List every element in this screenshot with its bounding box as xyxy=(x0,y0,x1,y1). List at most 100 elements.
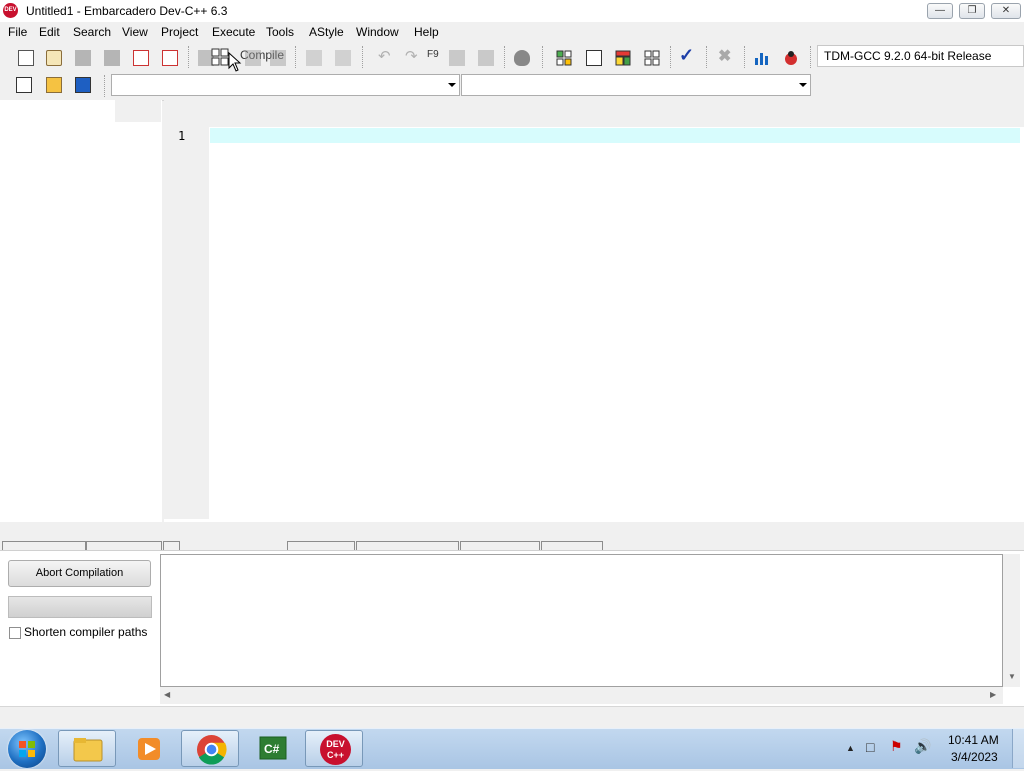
minimize-icon: — xyxy=(935,5,945,16)
checkmark-icon[interactable]: ✓ xyxy=(679,45,694,66)
new-file-icon[interactable] xyxy=(18,50,34,66)
action-center-flag-icon[interactable]: ⚑ xyxy=(890,738,903,755)
toolbar-separator xyxy=(188,46,189,68)
close-button[interactable]: ✕ xyxy=(991,3,1021,19)
taskbar-media-player[interactable] xyxy=(120,730,178,767)
bug-svg xyxy=(785,51,797,65)
show-hidden-icons-icon[interactable]: ▲ xyxy=(846,743,855,753)
menu-view[interactable]: View xyxy=(122,25,148,39)
scroll-right-icon[interactable]: ▶ xyxy=(990,690,996,699)
toolbar-separator xyxy=(295,46,296,68)
shorten-paths-checkbox[interactable] xyxy=(9,627,21,639)
compiler-profile-select[interactable]: TDM-GCC 9.2.0 64-bit Release xyxy=(817,45,1024,67)
abort-compilation-button[interactable]: Abort Compilation xyxy=(8,560,151,587)
compile-shortcut-label: F9 xyxy=(427,49,439,60)
restore-icon: ❐ xyxy=(967,5,977,16)
find-icon[interactable] xyxy=(245,50,261,66)
save-icon[interactable] xyxy=(75,50,91,66)
menu-search[interactable]: Search xyxy=(73,25,111,39)
compile-progress-bar xyxy=(8,596,152,618)
menu-help[interactable]: Help xyxy=(414,25,439,39)
menu-execute[interactable]: Execute xyxy=(212,25,255,39)
undo-icon[interactable]: ↶ xyxy=(378,47,391,65)
tile-icon[interactable] xyxy=(644,50,660,66)
left-panel-tab-strip xyxy=(115,100,161,122)
window-title: Untitled1 - Embarcadero Dev-C++ 6.3 xyxy=(26,4,228,18)
volume-icon[interactable]: 🔊 xyxy=(914,738,931,755)
network-icon[interactable]: □ xyxy=(866,739,874,755)
back-bookmark-icon[interactable] xyxy=(449,50,465,66)
toolbar-separator xyxy=(104,75,105,97)
colored-grid-icon[interactable] xyxy=(615,50,631,66)
devcpp-app-icon[interactable]: DEV C++ xyxy=(3,3,18,28)
delete-icon[interactable]: ✖ xyxy=(718,46,731,66)
devcpp-taskbar-icon: DEV C++ xyxy=(320,734,351,765)
close-file-icon[interactable] xyxy=(133,50,149,66)
shorten-paths-label: Shorten compiler paths xyxy=(24,625,148,639)
toolbar-separator xyxy=(744,46,745,68)
debug-icon[interactable] xyxy=(783,50,799,66)
line-number-gutter xyxy=(164,127,209,519)
toolbar-separator xyxy=(542,46,543,68)
vertical-scrollbar[interactable]: ▼ xyxy=(1003,554,1020,687)
clock-time[interactable]: 10:41 AM xyxy=(948,733,999,747)
close-icon: ✕ xyxy=(1001,5,1011,16)
tile-svg xyxy=(644,50,660,66)
current-line-highlight[interactable] xyxy=(210,128,1020,143)
media-player-icon xyxy=(138,738,160,760)
clock-date[interactable]: 3/4/2023 xyxy=(951,750,998,764)
compile-icon[interactable] xyxy=(211,48,229,66)
colored-grid-svg xyxy=(615,50,631,66)
taskbar-csharp[interactable]: C# xyxy=(243,730,301,767)
goto-icon[interactable] xyxy=(46,77,62,93)
title-bar: DEV C++ Untitled1 - Embarcadero Dev-C++ … xyxy=(0,0,1024,28)
menu-file[interactable]: File xyxy=(8,25,27,39)
menu-project[interactable]: Project xyxy=(161,25,198,39)
redo-icon[interactable]: ↷ xyxy=(405,47,418,65)
menu-edit[interactable]: Edit xyxy=(39,25,60,39)
minimize-button[interactable]: — xyxy=(927,3,953,19)
close-all-icon[interactable] xyxy=(162,50,178,66)
toolbar-separator xyxy=(670,46,671,68)
line-number: 1 xyxy=(178,129,186,143)
bar-chart-svg xyxy=(755,53,768,65)
taskbar-explorer[interactable] xyxy=(58,730,116,767)
taskbar-chrome[interactable] xyxy=(181,730,239,767)
taskbar-devcpp[interactable]: DEV C++ xyxy=(305,730,363,767)
mouse-cursor-icon xyxy=(228,52,242,72)
forward-bookmark-icon[interactable] xyxy=(478,50,494,66)
comment-icon[interactable] xyxy=(514,50,530,66)
unindent-icon[interactable] xyxy=(335,50,351,66)
menu-window[interactable]: Window xyxy=(356,25,399,39)
status-bar xyxy=(0,706,1024,729)
save-all-icon[interactable] xyxy=(104,50,120,66)
start-button[interactable] xyxy=(8,730,46,768)
toolbar-separator xyxy=(810,46,811,68)
project-browser-panel[interactable] xyxy=(0,100,162,522)
scroll-left-icon[interactable]: ◀ xyxy=(164,690,170,699)
bookmark-icon[interactable] xyxy=(75,77,91,93)
toolbar-separator xyxy=(706,46,707,68)
compile-log-textarea[interactable] xyxy=(160,554,1003,687)
chrome-icon xyxy=(196,734,227,765)
indent-icon[interactable] xyxy=(306,50,322,66)
csharp-icon: C# xyxy=(259,736,287,760)
open-file-icon[interactable] xyxy=(46,50,62,66)
scroll-down-icon[interactable]: ▼ xyxy=(1008,672,1016,681)
layout-grid-svg xyxy=(556,50,572,66)
chart-icon[interactable] xyxy=(754,50,770,66)
menu-astyle[interactable]: AStyle xyxy=(309,25,344,39)
restore-button[interactable]: ❐ xyxy=(959,3,985,19)
windows-logo-icon xyxy=(19,741,35,757)
insert-icon[interactable] xyxy=(16,77,32,93)
layout-grid-icon[interactable] xyxy=(556,50,572,66)
horizontal-scrollbar[interactable]: ◀ ▶ xyxy=(160,687,1003,704)
window-icon[interactable] xyxy=(586,50,602,66)
show-desktop-button[interactable] xyxy=(1012,729,1024,768)
menu-tools[interactable]: Tools xyxy=(266,25,294,39)
replace-icon[interactable] xyxy=(270,50,286,66)
code-editor[interactable] xyxy=(164,100,1024,522)
member-combo[interactable] xyxy=(461,74,811,96)
chevron-down-icon xyxy=(448,83,456,87)
class-combo[interactable] xyxy=(111,74,460,96)
